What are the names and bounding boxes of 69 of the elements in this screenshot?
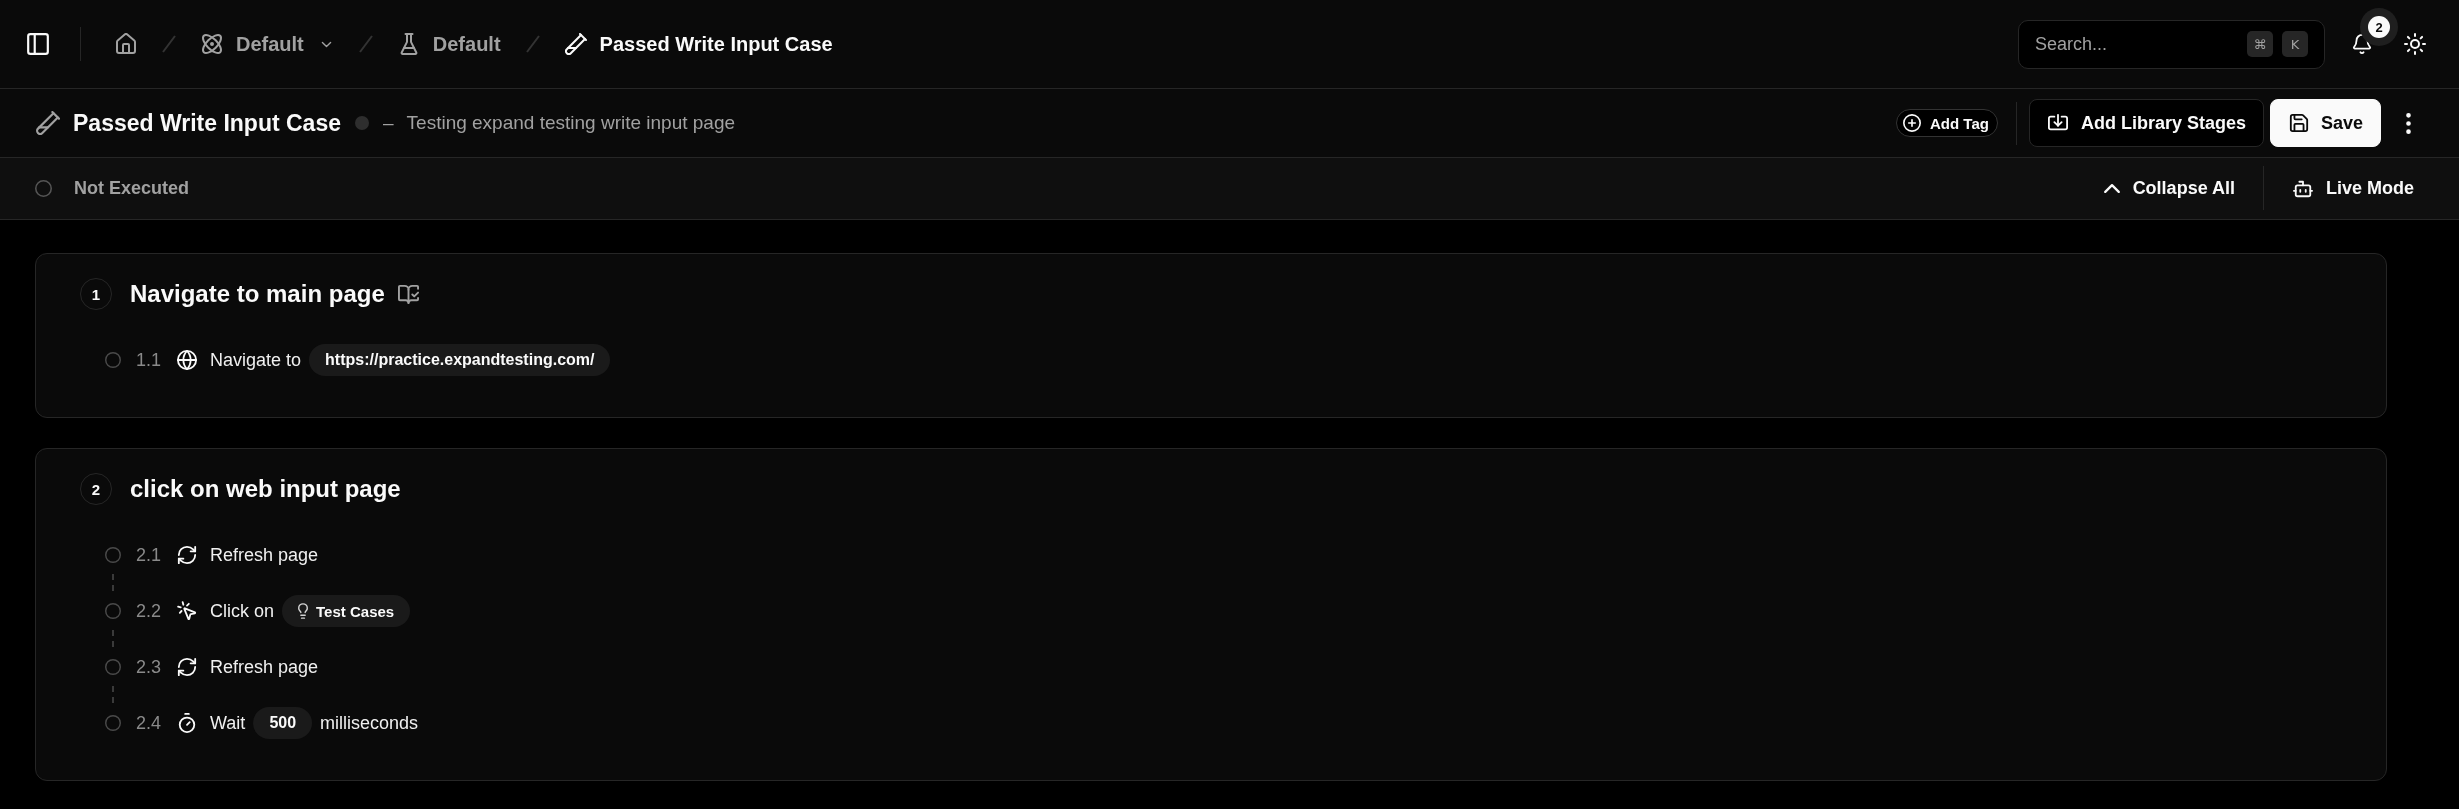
stage-title: click on web input page <box>130 475 401 503</box>
step-number: 1.1 <box>136 349 162 371</box>
status-dot-icon <box>355 116 369 130</box>
step-label: milliseconds <box>320 712 419 734</box>
save-icon <box>2288 113 2309 133</box>
step-connector <box>112 630 114 648</box>
step-number: 2.1 <box>136 544 162 566</box>
notification-badge: 2 <box>2360 8 2398 46</box>
robot-icon <box>2293 178 2313 199</box>
sidebar-icon <box>26 32 50 56</box>
add-library-stages-button[interactable]: Add Library Stages <box>2028 99 2264 147</box>
breadcrumb-link[interactable]: Passed Write Input Case <box>564 32 833 56</box>
search-input[interactable]: Search... <box>2035 33 2238 55</box>
page-description: Testing expand testing write input page <box>406 112 736 134</box>
value-chip: https://practice.expandtesting.com/ <box>309 344 611 376</box>
shortcut-key: K <box>2282 31 2308 57</box>
home-link[interactable] <box>115 33 137 55</box>
step-status-icon <box>105 715 121 731</box>
step-status-icon <box>105 659 121 675</box>
more-vertical-icon <box>2406 112 2411 134</box>
breadcrumb-link[interactable]: Default <box>201 32 334 56</box>
page-title: Passed Write Input Case <box>73 109 341 137</box>
live-mode-button[interactable]: Live Mode <box>2293 178 2414 199</box>
search-field[interactable]: Search... ⌘ K <box>2018 19 2325 69</box>
element-chip[interactable]: Test Cases <box>282 595 411 627</box>
breadcrumb-separator <box>160 35 178 53</box>
execution-status: Not Executed <box>74 178 190 199</box>
step-status-icon <box>105 603 121 619</box>
globe-icon <box>177 350 198 370</box>
step-number: 2.3 <box>136 656 162 678</box>
import-icon <box>2047 113 2068 133</box>
step-label: Refresh page <box>210 656 319 678</box>
add-tag-button[interactable]: Add Tag <box>1896 109 1998 137</box>
pointer-click-icon <box>177 601 198 621</box>
refresh-icon <box>177 545 198 565</box>
stage-title: Navigate to main page <box>130 280 385 308</box>
lightbulb-icon <box>298 603 309 619</box>
separator-dash: – <box>383 112 394 134</box>
step-status-icon <box>105 547 121 563</box>
more-options-button[interactable] <box>2406 112 2411 134</box>
timer-icon <box>177 713 198 733</box>
breadcrumb-separator <box>523 35 542 53</box>
theme-toggle-button[interactable] <box>2404 33 2426 55</box>
refresh-icon <box>177 657 198 677</box>
step-connector <box>112 686 114 704</box>
step-label: Navigate to <box>210 349 302 371</box>
sidebar-toggle-button[interactable] <box>26 32 50 56</box>
home-icon <box>115 33 137 55</box>
sun-icon <box>2404 33 2426 55</box>
test-tube-icon <box>564 33 587 55</box>
value-chip: 500 <box>253 707 313 739</box>
step-number: 2.4 <box>136 712 162 734</box>
collapse-all-button[interactable]: Collapse All <box>2103 178 2235 199</box>
notifications-button[interactable]: 2 <box>2352 8 2398 54</box>
chevron-up-icon <box>2103 184 2120 193</box>
breadcrumb-link[interactable]: Default <box>397 32 501 56</box>
step-label: Refresh page <box>210 544 319 566</box>
step-connector <box>112 574 114 592</box>
test-tube-icon <box>36 111 60 135</box>
save-button[interactable]: Save <box>2269 99 2381 147</box>
step-status-icon <box>105 352 121 368</box>
atom-icon <box>201 33 223 55</box>
step-number: 2.2 <box>136 600 162 622</box>
status-circle-icon <box>35 180 52 197</box>
plus-circle-icon <box>1903 114 1921 132</box>
step-label: Wait <box>210 712 246 734</box>
step-label: Click on <box>210 600 275 622</box>
breadcrumb-separator <box>356 35 375 53</box>
shortcut-key: ⌘ <box>2247 31 2273 57</box>
